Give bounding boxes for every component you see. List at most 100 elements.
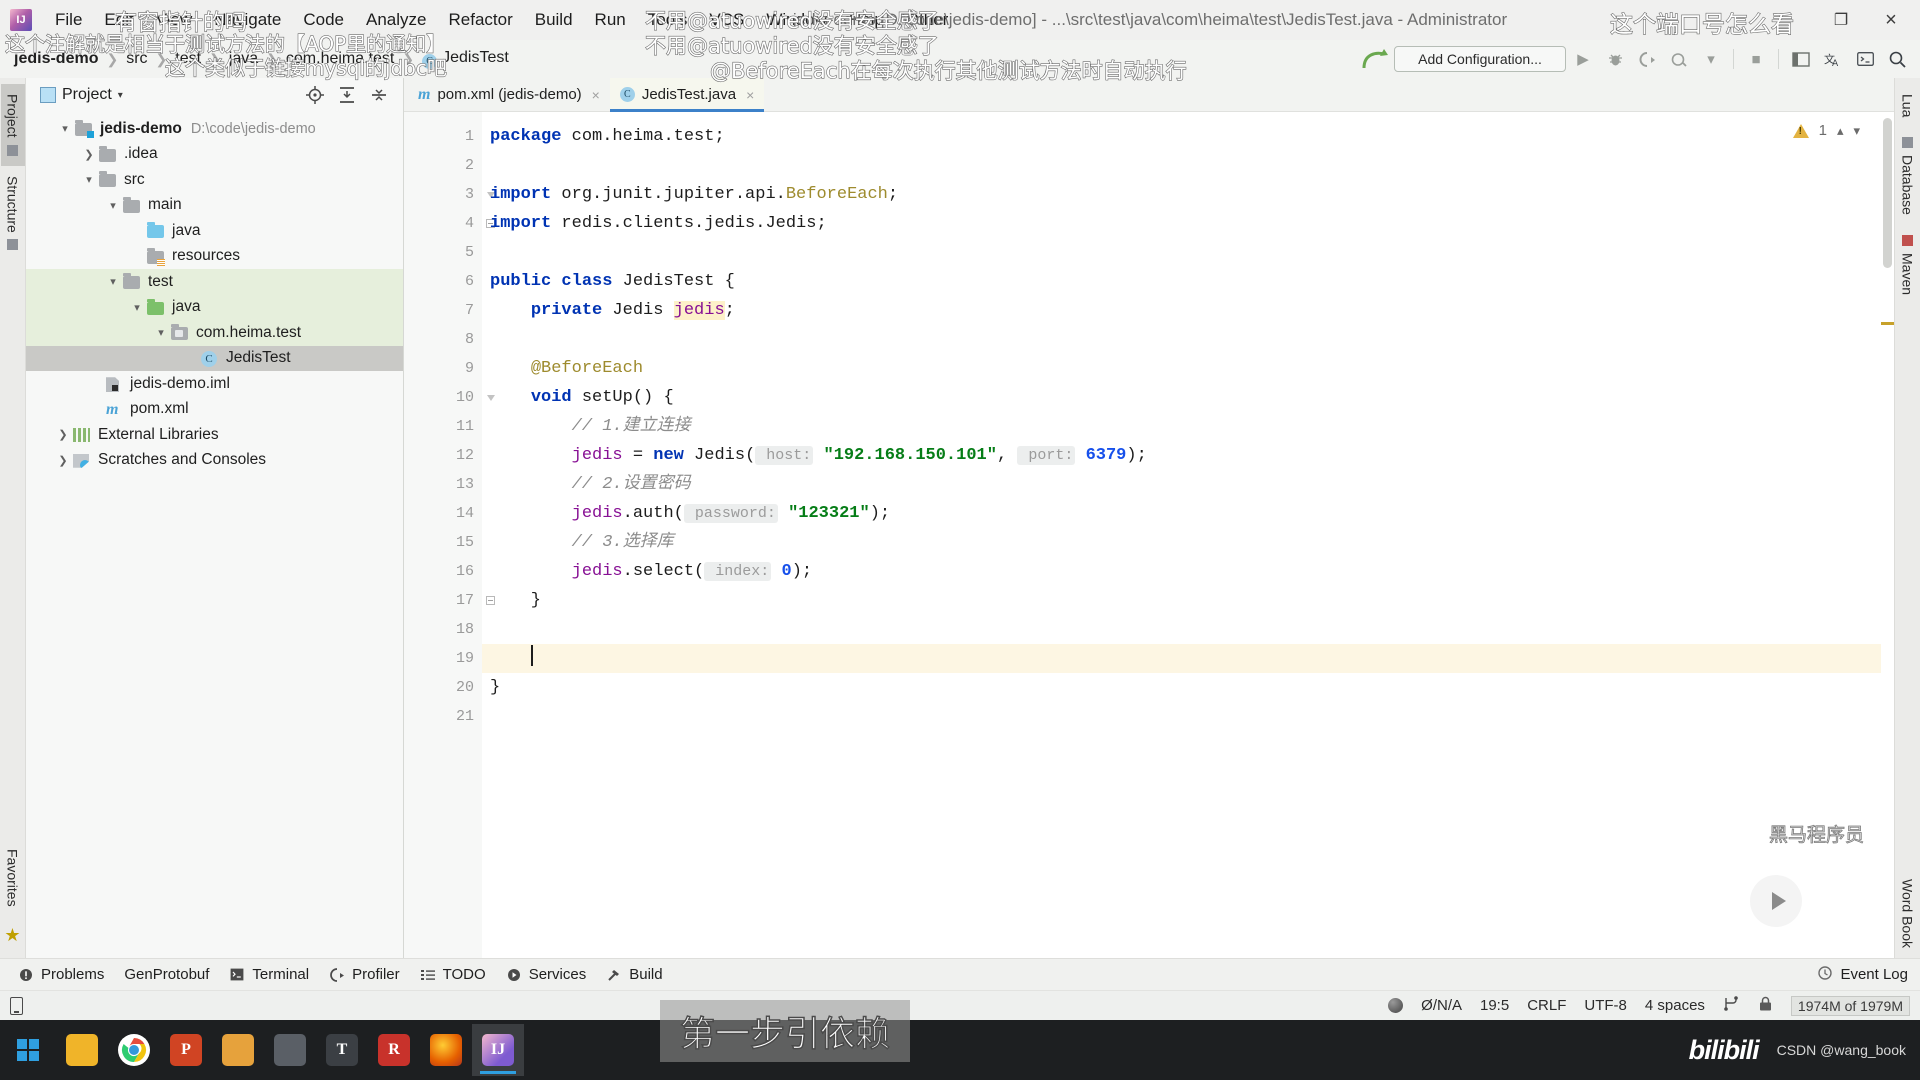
breadcrumb-test[interactable]: test [171,48,205,70]
tool-window-event-log[interactable]: Event Log [1818,966,1920,984]
translate-icon[interactable]: 文A [1818,44,1848,74]
sidebar-item-structure[interactable]: Structure [1,166,25,261]
tree-row-idea[interactable]: ❯ .idea [26,142,403,168]
code-line[interactable]: jedis.auth( password: "123321"); [482,499,1894,528]
taskbar-google-chrome[interactable] [108,1024,160,1076]
menu-code[interactable]: Code [292,7,355,33]
file-encoding[interactable]: UTF-8 [1584,997,1627,1014]
tab-pom-xml[interactable]: m pom.xml (jedis-demo) × [408,78,610,111]
code-line[interactable]: // 1.建立连接 [482,412,1894,441]
menu-bar[interactable]: File Edit View Navigate Code Analyze Ref… [44,7,959,33]
lock-icon[interactable] [1758,996,1773,1016]
maximize-icon[interactable]: ❐ [1818,3,1864,37]
taskbar-screenshot-tool[interactable] [264,1024,316,1076]
chevron-down-icon[interactable]: ▾ [104,275,122,288]
menu-window[interactable]: Window [755,7,837,33]
menu-other[interactable]: Other [895,7,960,33]
tree-row-external-libraries[interactable]: ❯ External Libraries [26,422,403,448]
tree-row-package[interactable]: ▾ com.heima.test [26,320,403,346]
menu-help[interactable]: Help [838,7,895,33]
indent-setting[interactable]: 4 spaces [1645,997,1705,1014]
chevron-down-icon[interactable]: ▾ [1853,123,1860,139]
chevron-down-icon[interactable]: ▾ [152,326,170,339]
code-line[interactable] [482,238,1894,267]
tree-row-scratches[interactable]: ❯ Scratches and Consoles [26,448,403,474]
run-coverage-icon[interactable] [1632,44,1662,74]
expand-all-icon[interactable] [337,85,357,105]
tree-row-iml[interactable]: jedis-demo.iml [26,371,403,397]
code-line[interactable]: private Jedis jedis; [482,296,1894,325]
inspection-widget[interactable]: 1 ▴ ▾ [1793,122,1860,139]
taskbar-intellij-idea[interactable]: IJ [472,1024,524,1076]
tree-row-test-java[interactable]: ▾ java [26,295,403,321]
menu-navigate[interactable]: Navigate [203,7,292,33]
chevron-right-icon[interactable]: ❯ [54,454,72,467]
terminal-icon[interactable] [1850,44,1880,74]
chevron-up-icon[interactable]: ▴ [1837,123,1844,139]
menu-vcs[interactable]: VCS [698,7,755,33]
code-line[interactable]: jedis = new Jedis( host: "192.168.150.10… [482,441,1894,470]
chevron-right-icon[interactable]: ❯ [80,148,98,161]
tree-row-main-java[interactable]: java [26,218,403,244]
search-icon[interactable] [1882,44,1912,74]
tree-row-module[interactable]: ▾ jedis-demo D:\code\jedis-demo [26,116,403,142]
tool-window-terminal[interactable]: Terminal [225,966,325,983]
code-line[interactable]: jedis.select( index: 0); [482,557,1894,586]
breadcrumb[interactable]: jedis-demo ❯ src ❯ test ❯ java ❯ com.hei… [10,47,513,71]
code-line[interactable]: } [482,673,1894,702]
code-line[interactable] [482,644,1894,673]
menu-tools[interactable]: Tools [637,7,699,33]
tab-jedistest-java[interactable]: C JedisTest.java × [610,78,764,111]
target-icon[interactable] [305,85,325,105]
breadcrumb-package[interactable]: com.heima.test [282,48,398,70]
code-line[interactable]: import org.junit.jupiter.api.BeforeEach; [482,180,1894,209]
breadcrumb-class[interactable]: CJedisTest [418,47,513,71]
code-line[interactable]: package com.heima.test; [482,122,1894,151]
close-icon[interactable]: × [1868,3,1914,37]
chevron-down-icon[interactable]: ▾ [56,122,74,135]
taskbar-firefox[interactable] [420,1024,472,1076]
chevron-right-icon[interactable]: ❯ [54,428,72,441]
debug-icon[interactable] [1600,44,1630,74]
menu-build[interactable]: Build [524,7,584,33]
code-line[interactable]: void setUp() { [482,383,1894,412]
close-icon[interactable]: × [592,87,600,103]
tool-window-build[interactable]: Build [602,966,678,983]
taskbar-wechat-files[interactable] [212,1024,264,1076]
code-editor[interactable]: 1 2 3 4 5 6 7 8 9 10 11 12 13 14 15 16 1 [404,112,1894,958]
stop-icon[interactable]: ■ [1741,44,1771,74]
menu-edit[interactable]: Edit [93,7,144,33]
tool-window-genprotobuf[interactable]: GenProtobuf [120,966,225,983]
caret-position[interactable]: 19:5 [1480,997,1509,1014]
tree-row-main[interactable]: ▾ main [26,193,403,219]
code-line[interactable]: // 3.选择库 [482,528,1894,557]
sidebar-item-word-book[interactable]: Word Book [1896,869,1920,958]
sidebar-item-lua[interactable]: Lua [1896,84,1920,127]
star-icon[interactable]: ★ [4,917,20,958]
code-line[interactable] [482,325,1894,354]
menu-file[interactable]: File [44,7,93,33]
memory-indicator[interactable]: 1974M of 1979M [1791,996,1910,1016]
taskbar-typora[interactable]: T [316,1024,368,1076]
device-icon[interactable] [10,997,23,1015]
sidebar-item-database[interactable]: Database [1896,127,1920,225]
tree-row-src[interactable]: ▾ src [26,167,403,193]
breadcrumb-src[interactable]: src [122,48,151,70]
add-configuration-button[interactable]: Add Configuration... [1394,46,1566,72]
line-separator[interactable]: CRLF [1527,997,1566,1014]
taskbar-redis-desktop[interactable]: R [368,1024,420,1076]
tree-row-resources[interactable]: resources [26,244,403,270]
tool-window-services[interactable]: Services [502,966,603,983]
tool-window-todo[interactable]: TODO [416,966,502,983]
breadcrumb-java[interactable]: java [225,48,262,70]
code-line[interactable]: } [482,586,1894,615]
code-line[interactable]: @BeforeEach [482,354,1894,383]
git-branch-status[interactable]: Ø/N/A [1421,997,1462,1014]
sidebar-item-maven[interactable]: Maven [1896,225,1920,305]
menu-view[interactable]: View [145,7,204,33]
chevron-down-icon[interactable]: ▾ [128,301,146,314]
code-line[interactable]: import redis.clients.jedis.Jedis; [482,209,1894,238]
chevron-down-icon[interactable]: ▾ [1696,44,1726,74]
chevron-down-icon[interactable]: ▾ [80,173,98,186]
project-tree[interactable]: ▾ jedis-demo D:\code\jedis-demo ❯ .idea … [26,112,403,958]
